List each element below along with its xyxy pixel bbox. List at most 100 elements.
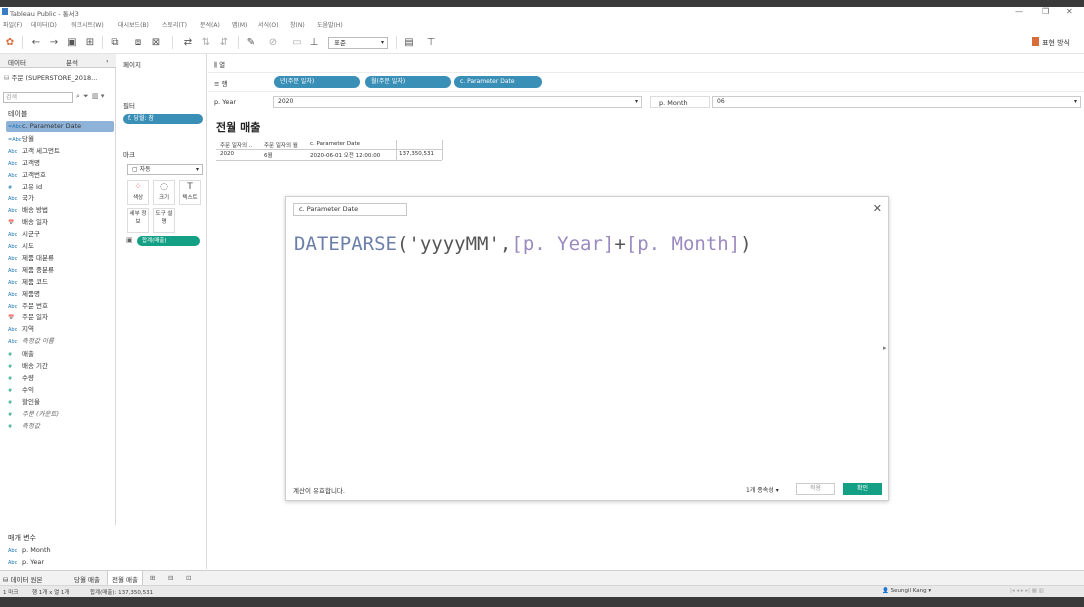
dimension-field[interactable]: Abc 제품 대분류: [8, 252, 54, 262]
close-window-button[interactable]: ✕: [1066, 7, 1073, 16]
text-button[interactable]: T 텍스트: [179, 180, 201, 205]
menu-analysis[interactable]: 분석(A): [200, 20, 220, 29]
highlight-icon[interactable]: ✎: [244, 36, 258, 49]
save-icon[interactable]: ▣: [65, 36, 79, 49]
mark-type-select[interactable]: ▢ 자동 ▾: [127, 164, 203, 175]
dimension-field[interactable]: Abc 제품 중분류: [8, 264, 54, 274]
size-button[interactable]: ◌ 크기: [153, 180, 175, 205]
menu-story[interactable]: 스토리(T): [162, 20, 187, 29]
menu-dashboard[interactable]: 대시보드(B): [118, 20, 149, 29]
new-dashboard-icon[interactable]: ⊟: [168, 574, 173, 582]
group-icon[interactable]: ⊘: [266, 36, 280, 49]
columns-shelf[interactable]: ⫼ 열: [208, 54, 1084, 73]
dependencies-dropdown[interactable]: 1개 종속성 ▾: [746, 485, 779, 494]
dimension-field[interactable]: Abc 배송 방법: [8, 204, 48, 214]
sheet-tab-current-month[interactable]: 당월 매출: [74, 574, 100, 584]
menu-map[interactable]: 맵(M): [232, 20, 247, 29]
table-cell-value[interactable]: 137,350,531: [399, 151, 434, 157]
measure-field[interactable]: # 매출: [8, 348, 34, 358]
sheet-navigation-icon[interactable]: |◂ ◂ ▸ ▸| ▦ ▥: [1010, 588, 1044, 594]
measure-field[interactable]: # 주문 (카운트): [8, 408, 59, 418]
tooltip-button[interactable]: 도구 설명: [153, 208, 175, 233]
sheet-tab-previous-month[interactable]: 전월 매출: [107, 571, 143, 586]
collapse-pane-icon[interactable]: ‹: [106, 57, 109, 65]
maximize-button[interactable]: ❐: [1042, 7, 1049, 16]
minimize-button[interactable]: —: [1015, 7, 1023, 16]
tab-analysis[interactable]: 분석: [66, 57, 78, 67]
dimension-field[interactable]: Abc 국가: [8, 192, 34, 202]
close-icon[interactable]: ✕: [873, 202, 882, 215]
measure-field[interactable]: # 배송 기간: [8, 360, 48, 370]
show-me-button[interactable]: 표현 방식: [1032, 37, 1070, 48]
detail-button[interactable]: 세부 정보: [127, 208, 149, 233]
apply-button[interactable]: 적용: [796, 483, 835, 495]
labels-icon[interactable]: ▭: [290, 36, 304, 49]
calc-name-input[interactable]: c. Parameter Date: [293, 203, 407, 216]
search-icon[interactable]: ⌕: [76, 92, 80, 101]
dimension-field[interactable]: Abc 제품명: [8, 288, 40, 298]
menu-worksheet[interactable]: 워크시트(W): [71, 20, 104, 29]
table-cell[interactable]: 6월: [264, 151, 273, 159]
month-param-select[interactable]: 06 ▾: [712, 96, 1081, 108]
sum-sales-pill[interactable]: 합계(매출): [137, 236, 200, 246]
sort-descending-icon[interactable]: ⇵: [217, 36, 231, 49]
presentation-icon[interactable]: ⊤: [424, 36, 438, 49]
dimension-field[interactable]: 📅 주문 일자: [8, 311, 48, 321]
redo-icon[interactable]: →: [47, 36, 61, 49]
row-pill-year[interactable]: 년(주문 일자): [274, 76, 360, 88]
measure-field[interactable]: # 수익: [8, 384, 34, 394]
ok-button[interactable]: 확인: [843, 483, 882, 495]
fit-select[interactable]: 표준 ▾: [328, 37, 388, 49]
dimension-field[interactable]: Abc 지역: [8, 323, 34, 333]
swap-icon[interactable]: ⇄: [181, 36, 195, 49]
param-item-month[interactable]: Abc p. Month: [8, 546, 51, 554]
new-story-icon[interactable]: ⊡: [186, 574, 191, 582]
datasource-tab[interactable]: ⛁ 데이터 원본: [3, 574, 42, 584]
menu-window[interactable]: 창(N): [290, 20, 305, 29]
measure-field[interactable]: # 할인율: [8, 396, 40, 406]
dimension-field[interactable]: Abc 시군구: [8, 228, 40, 238]
dimension-field[interactable]: Abc 고객 세그먼트: [8, 145, 60, 155]
tab-data[interactable]: 데이터: [8, 57, 26, 67]
filter-pill[interactable]: f. 당월: 참: [123, 114, 203, 124]
measure-field[interactable]: # 측정값: [8, 420, 40, 430]
card-view-icon[interactable]: ▤: [402, 36, 416, 49]
new-worksheet-icon[interactable]: ⊞: [150, 574, 155, 582]
dimension-field[interactable]: Abc 주문 번호: [8, 300, 48, 310]
menu-format[interactable]: 서식(O): [258, 20, 278, 29]
search-input[interactable]: 검색: [3, 92, 73, 103]
param-item-year[interactable]: Abc p. Year: [8, 558, 44, 566]
sort-ascending-icon[interactable]: ⇅: [199, 36, 213, 49]
dimension-field[interactable]: # 고유 Id: [8, 181, 42, 191]
pin-icon[interactable]: ⊥: [307, 36, 321, 49]
tableau-home-icon[interactable]: ✿: [3, 36, 17, 49]
menu-data[interactable]: 데이터(D): [31, 20, 57, 29]
formula-editor[interactable]: DATEPARSE('yyyyMM',[p. Year]+[p. Month]): [294, 233, 752, 255]
dimension-field[interactable]: Abc 제품 코드: [8, 276, 48, 286]
datasource-item[interactable]: ⛁ 주문 (SUPERSTORE_2018...: [4, 72, 97, 82]
new-datasource-icon[interactable]: ⊞: [83, 36, 97, 49]
dimension-field[interactable]: Abc 측정값 이름: [8, 335, 54, 345]
duplicate-icon[interactable]: ⧈: [131, 36, 145, 49]
dimension-field[interactable]: Abc 고객명: [8, 157, 40, 167]
clear-sheet-icon[interactable]: ⊠: [149, 36, 163, 49]
dimension-field[interactable]: 📅 배송 일자: [8, 216, 48, 226]
year-param-select[interactable]: 2020 ▾: [273, 96, 642, 108]
dimension-field[interactable]: Abc 시도: [8, 240, 34, 250]
dimension-field[interactable]: =Abc당월: [8, 133, 34, 143]
dimension-field[interactable]: Abc 고객번호: [8, 169, 46, 179]
undo-icon[interactable]: ←: [29, 36, 43, 49]
dimension-field[interactable]: =Abcc. Parameter Date: [6, 121, 114, 132]
row-pill-parameter-date[interactable]: c. Parameter Date: [454, 76, 542, 88]
filter-icon[interactable]: ⏷: [83, 92, 89, 101]
menu-file[interactable]: 파일(F): [3, 20, 22, 29]
rows-shelf[interactable]: ≡ 행 년(주문 일자) 월(주문 일자) c. Parameter Date: [208, 73, 1084, 92]
menu-help[interactable]: 도움말(H): [317, 20, 343, 29]
row-pill-month[interactable]: 월(주문 일자): [365, 76, 451, 88]
color-button[interactable]: ⁘ 색상: [127, 180, 149, 205]
table-cell[interactable]: 2020-06-01 오전 12:00:00: [310, 151, 380, 159]
measure-field[interactable]: # 수량: [8, 372, 34, 382]
new-worksheet-icon[interactable]: ⧉: [108, 36, 122, 49]
user-menu[interactable]: 👤 Seungil Kang ▾: [882, 588, 931, 594]
expand-functions-icon[interactable]: ▸: [883, 344, 887, 352]
